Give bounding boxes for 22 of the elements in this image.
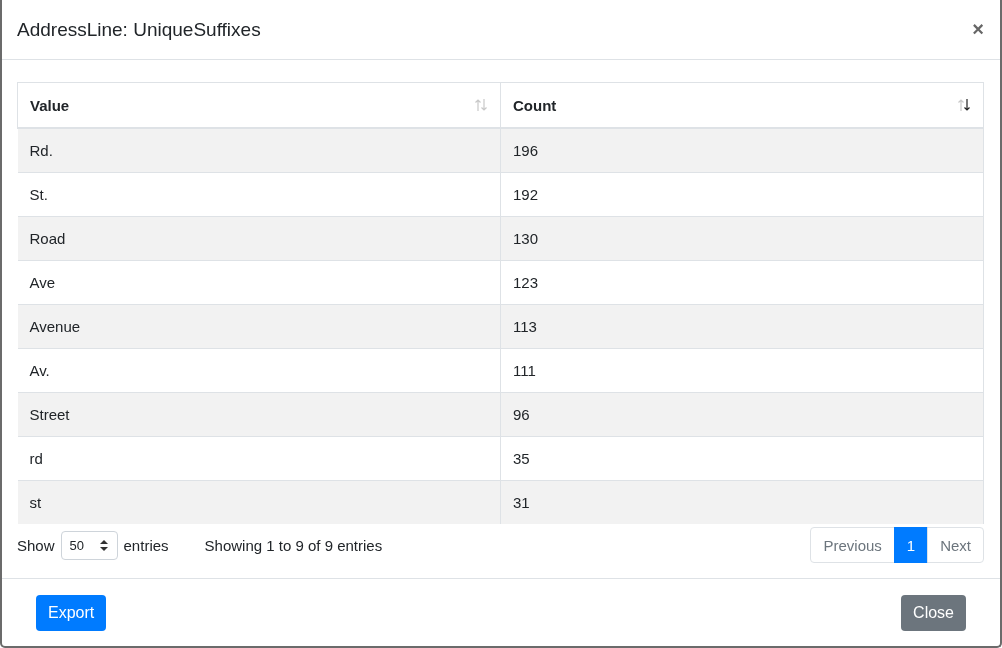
entries-label: entries (123, 536, 169, 554)
export-button[interactable]: Export (36, 594, 107, 631)
close-button[interactable]: × (972, 18, 984, 41)
close-button[interactable]: Close (901, 594, 966, 631)
table-cell: 31 (500, 480, 984, 524)
show-label: Show (17, 536, 55, 554)
table-cell: 130 (500, 216, 984, 261)
page-button[interactable]: Next (927, 527, 984, 563)
table-cell: Rd. (17, 128, 501, 173)
sort-icon[interactable] (957, 98, 971, 112)
table-cell: 113 (500, 304, 984, 349)
table-cell: Road (17, 216, 501, 261)
updown-caret-icon (98, 538, 109, 552)
table-cell: Avenue (17, 304, 501, 349)
table-cell: Street (17, 392, 501, 437)
entries-select[interactable]: 50 (60, 530, 118, 560)
table-info: Showing 1 to 9 of 9 entries (204, 536, 383, 554)
table-cell: 96 (500, 392, 984, 437)
table-cell: 196 (500, 128, 984, 173)
table-cell: st (17, 480, 501, 524)
page-button[interactable]: Previous (810, 527, 895, 563)
dialog-title: AddressLine: UniqueSuffixes (17, 18, 261, 41)
